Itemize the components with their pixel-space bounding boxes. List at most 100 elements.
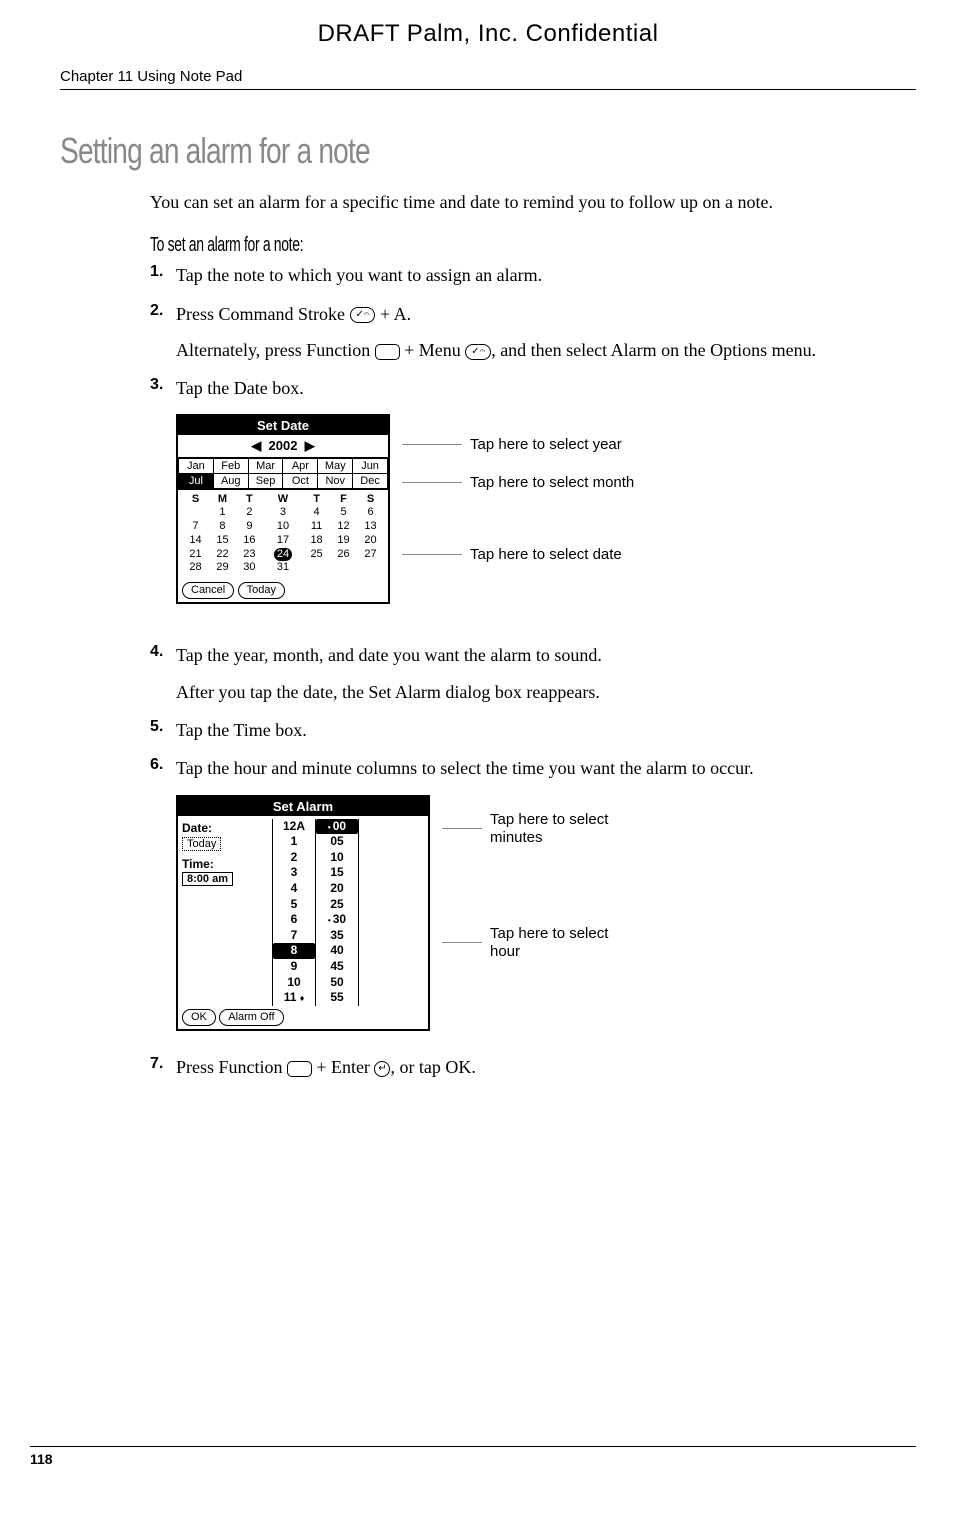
year-selector[interactable]: ◀ 2002 ▶ bbox=[178, 435, 388, 457]
minute-cell[interactable]: 45 bbox=[316, 959, 358, 975]
scroll-down-icon[interactable]: ♦ bbox=[300, 993, 305, 1003]
step-5-num: 5. bbox=[150, 718, 176, 742]
month-jan[interactable]: Jan bbox=[179, 459, 214, 474]
cal-cell[interactable]: 13 bbox=[357, 520, 384, 534]
cal-cell[interactable]: 26 bbox=[330, 548, 357, 562]
dow-s2: S bbox=[357, 492, 384, 506]
hour-cell[interactable]: 12A bbox=[273, 819, 315, 835]
minute-cell[interactable]: 05 bbox=[316, 834, 358, 850]
cal-cell[interactable]: 20 bbox=[357, 534, 384, 548]
cal-cell[interactable]: 23 bbox=[236, 548, 263, 562]
set-date-title: Set Date bbox=[178, 416, 388, 435]
minute-cell[interactable]: 35 bbox=[316, 928, 358, 944]
hour-cell[interactable]: 3 bbox=[273, 865, 315, 881]
cal-cell[interactable]: 12 bbox=[330, 520, 357, 534]
dow-s: S bbox=[182, 492, 209, 506]
month-oct[interactable]: Oct bbox=[283, 474, 318, 489]
cal-cell[interactable]: 21 bbox=[182, 548, 209, 562]
cal-cell[interactable]: 4 bbox=[303, 506, 330, 520]
month-mar[interactable]: Mar bbox=[248, 459, 283, 474]
year-prev-icon[interactable]: ◀ bbox=[251, 438, 261, 453]
step-6-num: 6. bbox=[150, 756, 176, 780]
minute-column[interactable]: 00 05 10 15 20 25 30 35 40 45 50 55 bbox=[315, 819, 359, 1006]
minute-cell[interactable]: 10 bbox=[316, 850, 358, 866]
cal-cell-selected[interactable]: 24 bbox=[263, 548, 303, 562]
cal-cell[interactable]: 17 bbox=[263, 534, 303, 548]
cancel-button[interactable]: Cancel bbox=[182, 582, 234, 599]
cal-cell[interactable] bbox=[182, 506, 209, 520]
section-intro: You can set an alarm for a specific time… bbox=[150, 190, 916, 214]
month-jun[interactable]: Jun bbox=[353, 459, 388, 474]
cal-cell[interactable]: 15 bbox=[209, 534, 236, 548]
today-button[interactable]: Today bbox=[238, 582, 285, 599]
alarm-time-value[interactable]: 8:00 am bbox=[182, 872, 233, 886]
cal-cell[interactable]: 28 bbox=[182, 561, 209, 575]
cal-cell[interactable]: 27 bbox=[357, 548, 384, 562]
cal-cell[interactable]: 16 bbox=[236, 534, 263, 548]
cal-cell[interactable]: 9 bbox=[236, 520, 263, 534]
hour-cell[interactable]: 1 bbox=[273, 834, 315, 850]
hour-cell[interactable]: 11 ♦ bbox=[273, 990, 315, 1006]
minute-cell[interactable]: 30 bbox=[316, 912, 358, 928]
cal-cell[interactable]: 22 bbox=[209, 548, 236, 562]
hour-cell[interactable]: 4 bbox=[273, 881, 315, 897]
cal-cell[interactable]: 7 bbox=[182, 520, 209, 534]
ok-button[interactable]: OK bbox=[182, 1009, 216, 1026]
cal-cell[interactable]: 2 bbox=[236, 506, 263, 520]
month-jul[interactable]: Jul bbox=[179, 474, 214, 489]
step-2-num: 2. bbox=[150, 302, 176, 363]
month-apr[interactable]: Apr bbox=[283, 459, 318, 474]
hour-cell[interactable]: 9 bbox=[273, 959, 315, 975]
hour-cell[interactable]: 2 bbox=[273, 850, 315, 866]
cal-cell[interactable]: 11 bbox=[303, 520, 330, 534]
year-next-icon[interactable]: ▶ bbox=[305, 438, 315, 453]
hour-cell[interactable]: 10 bbox=[273, 975, 315, 991]
cal-cell[interactable]: 31 bbox=[263, 561, 303, 575]
minute-cell-selected[interactable]: 00 bbox=[316, 819, 358, 835]
cal-cell[interactable]: 1 bbox=[209, 506, 236, 520]
month-aug[interactable]: Aug bbox=[213, 474, 248, 489]
hour-cell[interactable]: 5 bbox=[273, 897, 315, 913]
step-1-text: Tap the note to which you want to assign… bbox=[176, 263, 916, 287]
alarm-off-button[interactable]: Alarm Off bbox=[219, 1009, 283, 1026]
cal-cell[interactable]: 29 bbox=[209, 561, 236, 575]
alarm-date-value[interactable]: Today bbox=[182, 837, 221, 851]
step-2-text: Press Command Stroke ✓𝄐 + A. Alternately… bbox=[176, 302, 916, 363]
cal-cell[interactable]: 14 bbox=[182, 534, 209, 548]
month-nov[interactable]: Nov bbox=[318, 474, 353, 489]
cal-cell[interactable] bbox=[357, 561, 384, 575]
minute-cell[interactable]: 20 bbox=[316, 881, 358, 897]
dow-t: T bbox=[236, 492, 263, 506]
hour-column[interactable]: 12A 1 2 3 4 5 6 7 8 9 10 11 ♦ bbox=[272, 819, 315, 1006]
month-may[interactable]: May bbox=[318, 459, 353, 474]
minute-cell[interactable]: 50 bbox=[316, 975, 358, 991]
hour-cell[interactable]: 6 bbox=[273, 912, 315, 928]
cal-cell[interactable]: 30 bbox=[236, 561, 263, 575]
month-sep[interactable]: Sep bbox=[248, 474, 283, 489]
cal-cell[interactable]: 19 bbox=[330, 534, 357, 548]
hour-cell-selected[interactable]: 8 bbox=[273, 943, 315, 959]
minute-cell[interactable]: 25 bbox=[316, 897, 358, 913]
section-title: Setting an alarm for a note bbox=[60, 130, 728, 172]
cal-cell[interactable]: 6 bbox=[357, 506, 384, 520]
cal-cell[interactable]: 10 bbox=[263, 520, 303, 534]
minute-cell[interactable]: 55 bbox=[316, 990, 358, 1006]
cal-cell[interactable] bbox=[330, 561, 357, 575]
hour-cell[interactable]: 7 bbox=[273, 928, 315, 944]
step-5-text: Tap the Time box. bbox=[176, 718, 916, 742]
month-grid[interactable]: Jan Feb Mar Apr May Jun Jul Aug Sep Oct … bbox=[178, 457, 388, 490]
minute-cell[interactable]: 15 bbox=[316, 865, 358, 881]
month-feb[interactable]: Feb bbox=[213, 459, 248, 474]
draft-header: DRAFT Palm, Inc. Confidential bbox=[60, 20, 916, 48]
cal-cell[interactable] bbox=[303, 561, 330, 575]
step-1-num: 1. bbox=[150, 263, 176, 287]
cal-cell[interactable]: 8 bbox=[209, 520, 236, 534]
set-alarm-dialog: Set Alarm Date: Today Time: 8:00 am 12A … bbox=[176, 795, 430, 1031]
cal-cell[interactable]: 18 bbox=[303, 534, 330, 548]
minute-cell[interactable]: 40 bbox=[316, 943, 358, 959]
calendar-grid[interactable]: S M T W T F S 123456 78910111213 1415161… bbox=[178, 490, 388, 579]
cal-cell[interactable]: 5 bbox=[330, 506, 357, 520]
cal-cell[interactable]: 25 bbox=[303, 548, 330, 562]
cal-cell[interactable]: 3 bbox=[263, 506, 303, 520]
month-dec[interactable]: Dec bbox=[353, 474, 388, 489]
